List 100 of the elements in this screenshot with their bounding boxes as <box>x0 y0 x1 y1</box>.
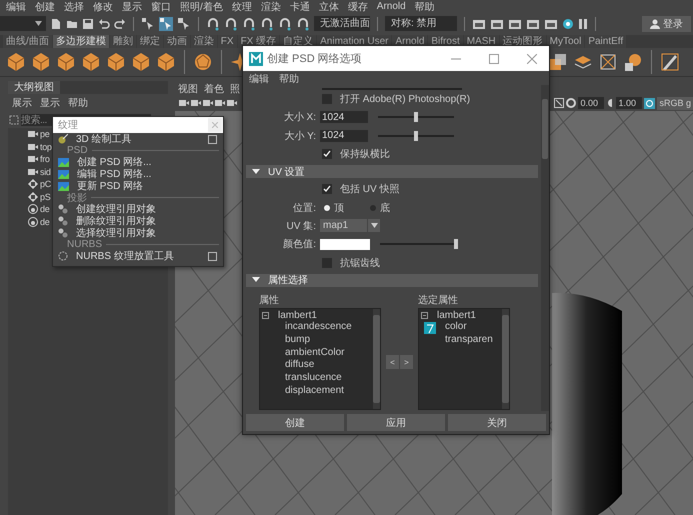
menu-item[interactable]: 删除纹理引用对象 <box>76 214 223 228</box>
lasso-icon[interactable] <box>177 16 191 30</box>
menu-item[interactable]: 着色 <box>204 82 224 94</box>
menu-item[interactable]: 立体 <box>318 0 339 14</box>
menu-item[interactable]: 卡通 <box>290 0 310 14</box>
file-icon[interactable] <box>50 18 62 30</box>
pen-icon[interactable] <box>660 52 680 72</box>
aperture-icon[interactable] <box>566 98 576 108</box>
surface-field[interactable]: 无激活曲面 <box>314 16 370 31</box>
menu-item[interactable]: 3D 绘制工具 <box>76 132 200 146</box>
mode-dropdown[interactable] <box>0 16 46 31</box>
menu-item[interactable]: 显示 <box>122 0 142 14</box>
option-box[interactable] <box>208 252 217 260</box>
gamma-icon[interactable] <box>606 98 614 108</box>
menu-item[interactable]: Arnold <box>376 1 406 12</box>
menu-item[interactable]: 帮助 <box>279 72 299 84</box>
paint-select-icon[interactable] <box>159 16 173 30</box>
radio-button[interactable] <box>370 204 376 211</box>
shelf-tab[interactable]: 渲染 <box>190 35 217 48</box>
magnet-icon[interactable] <box>278 16 292 30</box>
filter-icon[interactable] <box>9 115 19 125</box>
dialog-button[interactable]: 应用 <box>347 414 445 431</box>
menu-item[interactable]: 编辑 PSD 网络... <box>77 167 223 181</box>
move-button[interactable]: < <box>386 355 399 370</box>
camera-icon[interactable] <box>191 98 201 108</box>
scrollbar[interactable] <box>373 308 380 409</box>
shelf-tab[interactable]: 动画 <box>164 35 190 48</box>
menu-item[interactable]: NURBS 纹理放置工具 <box>76 249 200 263</box>
menu-item[interactable]: 编辑 <box>249 72 269 84</box>
select-icon[interactable] <box>141 16 155 30</box>
polyhedron-icon[interactable] <box>131 52 151 72</box>
menu-item[interactable]: 缓存 <box>348 0 368 14</box>
menu-item[interactable]: 创建 <box>35 0 55 14</box>
menu-item[interactable]: 帮助 <box>414 0 435 14</box>
outliner-item[interactable]: de <box>40 216 50 227</box>
list-item[interactable]: bump <box>285 334 310 346</box>
list-item[interactable]: displacement <box>285 384 344 396</box>
outliner-item[interactable]: fro <box>40 154 50 164</box>
shelf-tab[interactable]: 绑定 <box>136 35 163 48</box>
color-space-dropdown[interactable]: sRGB g <box>657 96 693 110</box>
menu-item[interactable]: 创建纹理引用对象 <box>76 202 223 216</box>
camera-icon[interactable] <box>227 98 237 108</box>
polyhedron-icon[interactable] <box>193 52 213 72</box>
menu-item[interactable]: 视图 <box>178 82 198 94</box>
exposure-field[interactable]: 0.00 <box>578 97 604 109</box>
menu-item[interactable]: 编辑 <box>6 0 26 14</box>
magnet-icon[interactable] <box>224 16 238 30</box>
menu-item[interactable]: 帮助 <box>68 96 88 110</box>
size-field[interactable]: 1024 <box>320 130 368 142</box>
menu-item[interactable]: 修改 <box>93 0 113 14</box>
magnet-icon[interactable] <box>206 16 220 30</box>
shelf-tab[interactable]: PaintEff <box>585 35 626 48</box>
list-item[interactable]: lambert1 <box>437 310 476 321</box>
size-field[interactable]: 1024 <box>320 111 368 124</box>
redo-icon[interactable] <box>114 18 126 30</box>
polyhedron-icon[interactable] <box>106 52 126 72</box>
menu-item[interactable]: 创建 PSD 网络... <box>77 155 223 169</box>
bounding-box-icon[interactable] <box>598 52 618 72</box>
camera-icon[interactable] <box>179 98 189 108</box>
color-management-icon[interactable] <box>644 98 656 108</box>
polyhedron-icon[interactable] <box>156 52 176 72</box>
slider-handle[interactable] <box>414 112 418 122</box>
scrollbar[interactable] <box>541 85 549 411</box>
magnet-icon[interactable] <box>242 16 256 30</box>
camera-icon[interactable] <box>215 98 225 108</box>
outliner-item[interactable]: pS <box>40 192 50 202</box>
checkbox[interactable] <box>322 94 332 104</box>
list-item[interactable]: incandescence <box>285 321 352 332</box>
checkbox[interactable] <box>322 149 332 160</box>
menu-item[interactable]: 窗口 <box>151 0 171 14</box>
resize-icon[interactable] <box>554 98 564 108</box>
list-item[interactable]: color <box>445 321 467 334</box>
gamma-field[interactable]: 1.00 <box>616 97 642 109</box>
slider-handle[interactable] <box>454 239 458 250</box>
camera-icon[interactable] <box>203 98 213 108</box>
outliner-item[interactable]: de <box>40 204 50 214</box>
outliner-item[interactable]: pC <box>40 179 51 190</box>
radio-button[interactable] <box>324 204 330 211</box>
list-item[interactable]: diffuse <box>285 359 314 370</box>
collapse-icon[interactable] <box>421 312 428 319</box>
list-item[interactable]: transparen <box>445 334 493 347</box>
move-button[interactable]: > <box>400 355 413 370</box>
polyhedron-icon[interactable] <box>56 52 76 72</box>
collapse-icon[interactable] <box>262 312 269 319</box>
outliner-tab[interactable]: 大纲视图 <box>8 81 60 94</box>
checkbox[interactable] <box>322 184 332 194</box>
polyhedron-icon[interactable] <box>81 52 101 72</box>
menu-item[interactable]: 展示 <box>12 96 32 110</box>
menu-item[interactable]: 照明/着色 <box>180 0 223 14</box>
polyhedron-icon[interactable] <box>31 52 51 72</box>
menu-item[interactable]: 选择纹理引用对象 <box>76 226 223 240</box>
menu-item[interactable]: 渲染 <box>260 0 281 14</box>
magnet-icon[interactable] <box>296 16 310 30</box>
shelf-tab[interactable]: MyTool <box>546 35 584 48</box>
list-item[interactable]: translucence <box>285 372 342 384</box>
option-box[interactable] <box>208 134 217 144</box>
outliner-item[interactable]: sid <box>40 166 51 177</box>
checkbox[interactable] <box>322 258 332 268</box>
undo-icon[interactable] <box>98 18 110 30</box>
menu-item[interactable]: 纹理 <box>232 0 252 14</box>
